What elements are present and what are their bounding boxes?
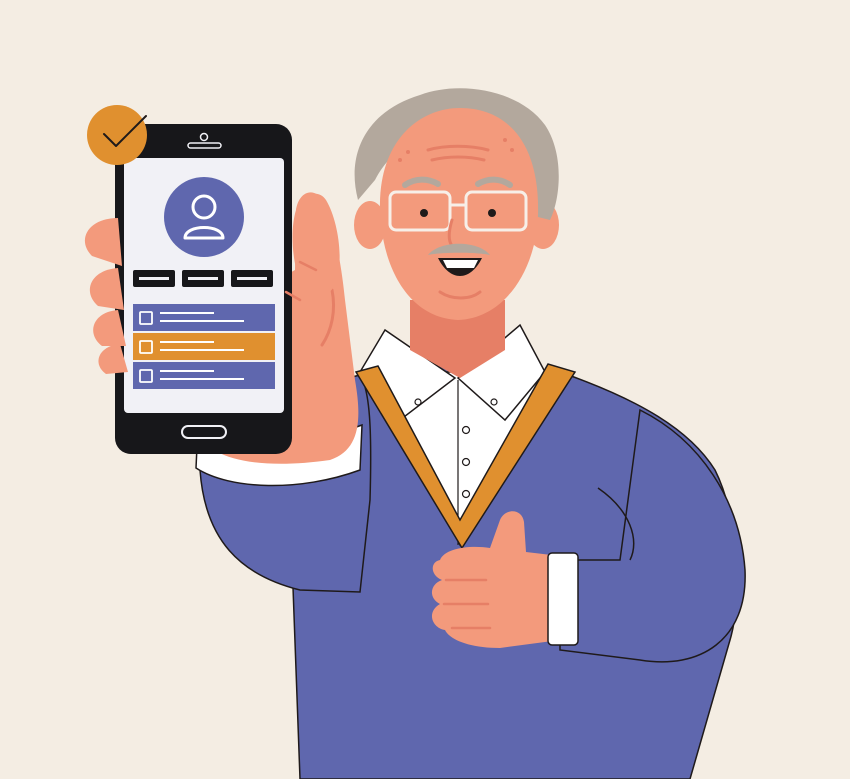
user-avatar-icon bbox=[164, 177, 244, 257]
list-item bbox=[133, 362, 275, 389]
list-item bbox=[133, 304, 275, 331]
list-item-selected bbox=[133, 333, 275, 360]
smartphone bbox=[115, 124, 292, 454]
profile-tab-buttons bbox=[133, 270, 273, 287]
illustration bbox=[0, 0, 850, 779]
checklist bbox=[133, 304, 275, 389]
illustration-canvas bbox=[0, 0, 850, 779]
check-badge-icon bbox=[87, 105, 147, 165]
